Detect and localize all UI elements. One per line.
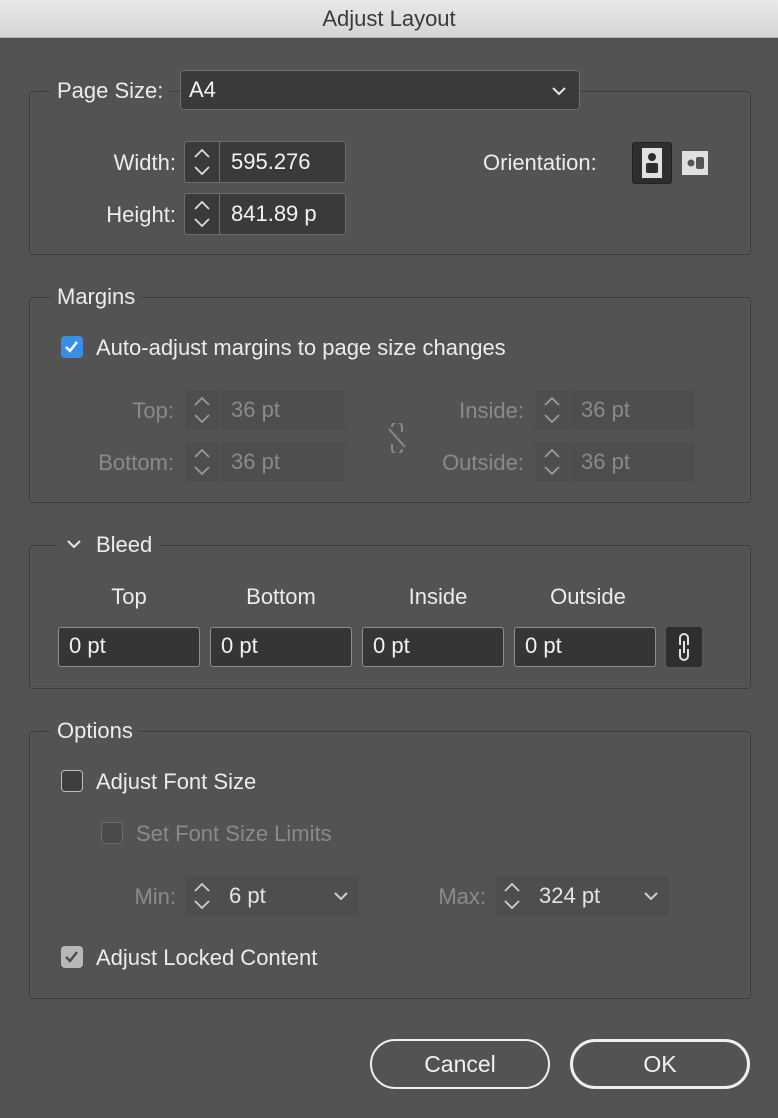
height-stepper[interactable]: 841.89 p: [184, 193, 346, 235]
stepper-arrows-icon[interactable]: [535, 390, 570, 430]
max-font-size-stepper[interactable]: 324 pt: [494, 875, 670, 917]
width-value: 595.276: [231, 149, 311, 174]
options-legend: Options: [51, 718, 139, 744]
margin-inside-stepper[interactable]: 36 pt: [534, 389, 696, 431]
margins-legend: Margins: [51, 284, 142, 310]
chevron-down-icon: [552, 87, 566, 96]
stepper-arrows-icon[interactable]: [185, 390, 220, 430]
bleed-top-field[interactable]: 0 pt: [58, 627, 200, 667]
adjust-locked-content-checkbox[interactable]: [61, 946, 83, 968]
margins-unlink-icon[interactable]: [383, 421, 411, 455]
page-size-value: A4: [189, 77, 216, 102]
bleed-top-header: Top: [111, 584, 147, 609]
margin-inside-value: 36 pt: [581, 397, 630, 422]
stepper-arrows-icon[interactable]: [185, 876, 219, 916]
bleed-legend: Bleed: [96, 532, 153, 557]
bleed-group: [29, 545, 751, 689]
height-value: 841.89 p: [231, 201, 317, 226]
adjust-font-size-checkbox[interactable]: [61, 770, 83, 792]
margin-inside-label: Inside:: [459, 398, 524, 423]
bleed-legend-toggle[interactable]: Bleed: [56, 532, 161, 558]
landscape-icon: [682, 151, 708, 175]
chevron-down-icon: [334, 892, 348, 901]
stepper-arrows-icon[interactable]: [495, 876, 529, 916]
min-font-size-stepper[interactable]: 6 pt: [184, 875, 360, 917]
min-font-size-value: 6 pt: [229, 883, 266, 908]
set-font-size-limits-checkbox[interactable]: [101, 822, 123, 844]
page-size-select[interactable]: A4: [180, 70, 580, 110]
bleed-bottom-header: Bottom: [246, 584, 316, 609]
margin-bottom-stepper[interactable]: 36 pt: [184, 441, 346, 483]
margin-top-label: Top:: [132, 398, 174, 423]
link-icon: [679, 633, 689, 661]
margin-bottom-label: Bottom:: [98, 450, 174, 475]
bleed-inside-header: Inside: [408, 584, 468, 609]
width-stepper[interactable]: 595.276: [184, 141, 346, 183]
portrait-icon: [642, 148, 662, 178]
chevron-down-icon: [644, 892, 658, 901]
auto-adjust-margins-checkbox[interactable]: [61, 336, 83, 358]
adjust-locked-content-label: Adjust Locked Content: [96, 945, 318, 970]
stepper-arrows-icon[interactable]: [535, 442, 570, 482]
margin-outside-label: Outside:: [442, 450, 524, 475]
stepper-arrows-icon[interactable]: [185, 194, 220, 234]
auto-adjust-margins-label: Auto-adjust margins to page size changes: [96, 335, 506, 360]
window-title: Adjust Layout: [0, 0, 778, 38]
stepper-arrows-icon[interactable]: [185, 142, 220, 182]
landscape-orientation-button[interactable]: [679, 144, 713, 182]
cancel-button[interactable]: Cancel: [370, 1039, 550, 1089]
height-label: Height:: [106, 202, 176, 227]
margin-bottom-value: 36 pt: [231, 449, 280, 474]
bleed-outside-field[interactable]: 0 pt: [514, 627, 656, 667]
margin-top-value: 36 pt: [231, 397, 280, 422]
checkmark-icon: [65, 341, 78, 353]
adjust-font-size-label: Adjust Font Size: [96, 769, 257, 794]
chevron-down-icon: [67, 540, 81, 549]
ok-button[interactable]: OK: [570, 1039, 750, 1089]
stepper-arrows-icon[interactable]: [185, 442, 220, 482]
page-size-label: Page Size:: [51, 78, 170, 104]
margin-outside-value: 36 pt: [581, 449, 630, 474]
max-font-size-value: 324 pt: [539, 883, 601, 908]
portrait-orientation-button[interactable]: [632, 142, 672, 184]
set-font-size-limits-label: Set Font Size Limits: [136, 821, 332, 846]
bleed-link-button[interactable]: [666, 627, 702, 667]
margin-outside-stepper[interactable]: 36 pt: [534, 441, 696, 483]
checkmark-icon: [65, 951, 78, 963]
min-label: Min:: [134, 884, 176, 909]
max-label: Max:: [438, 884, 486, 909]
bleed-inside-field[interactable]: 0 pt: [362, 627, 504, 667]
bleed-outside-header: Outside: [550, 584, 626, 609]
orientation-label: Orientation:: [483, 150, 597, 175]
bleed-bottom-field[interactable]: 0 pt: [210, 627, 352, 667]
margin-top-stepper[interactable]: 36 pt: [184, 389, 346, 431]
width-label: Width:: [113, 150, 176, 175]
